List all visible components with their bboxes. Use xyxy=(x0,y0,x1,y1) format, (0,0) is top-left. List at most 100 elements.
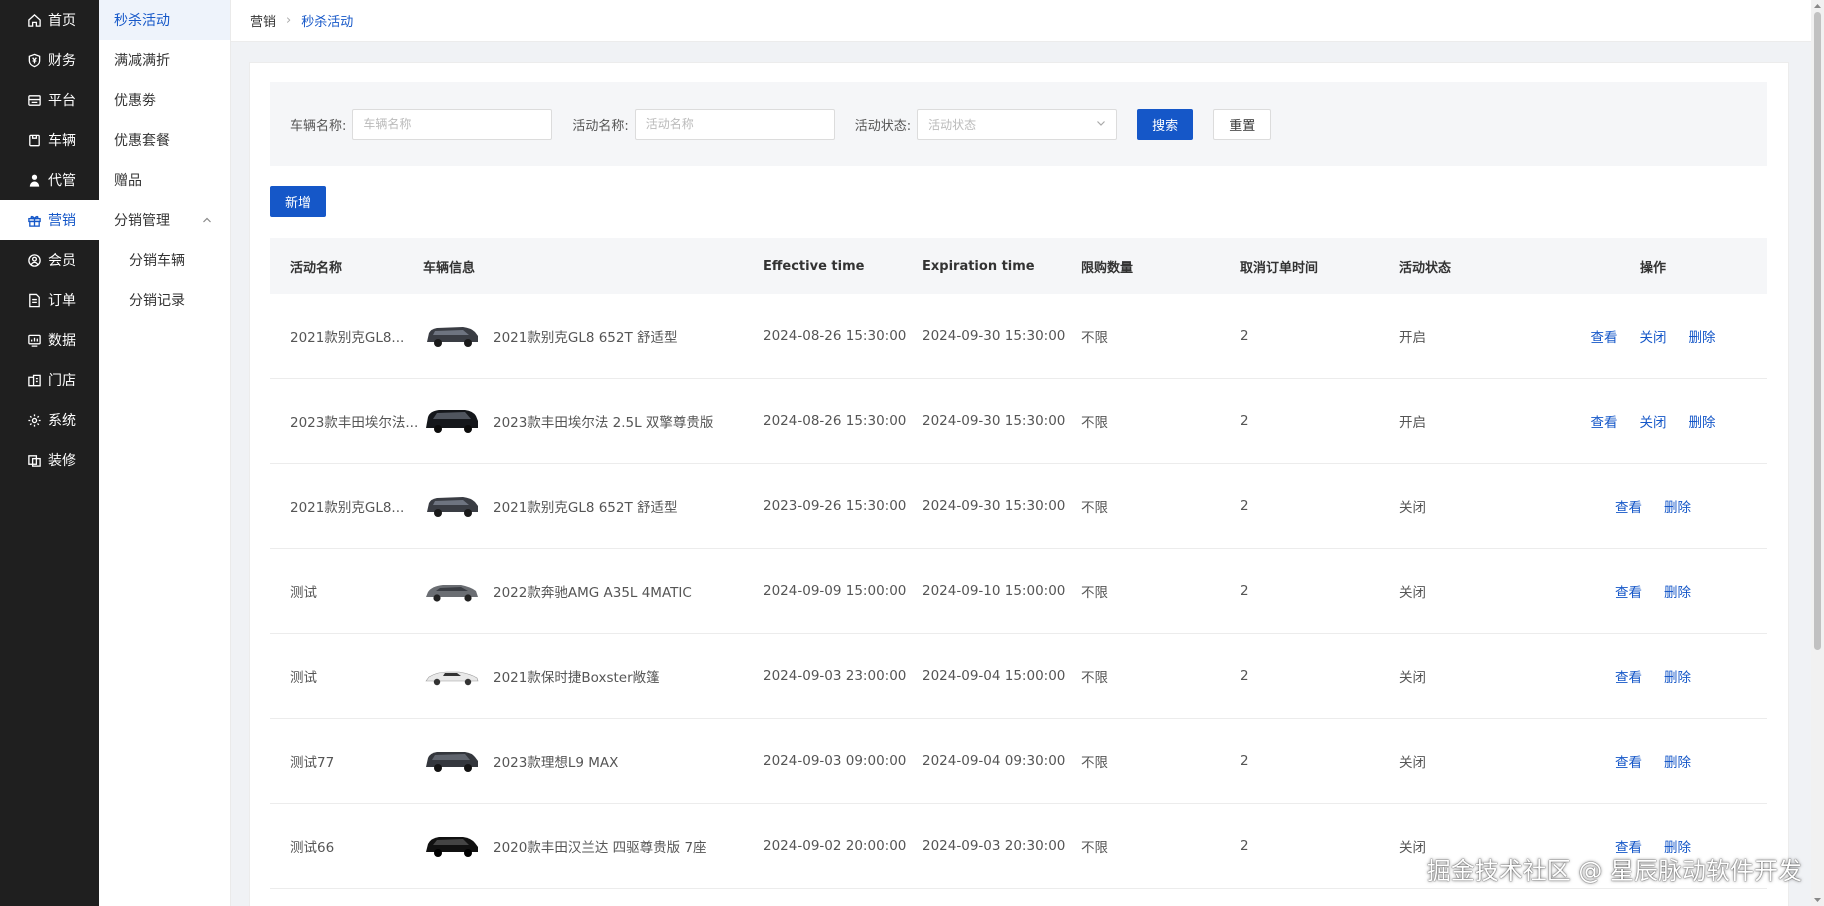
submenu-item-flash-sale[interactable]: 秒杀活动 xyxy=(99,0,230,40)
delete-link[interactable]: 删除 xyxy=(1689,411,1716,431)
activity-table: 活动名称 车辆信息 Effective time Expiration time… xyxy=(270,238,1767,889)
delete-link[interactable]: 删除 xyxy=(1664,581,1691,601)
watermark: 掘金技术社区 @ 星辰脉动软件开发 xyxy=(1426,857,1802,885)
cancel-time-cell: 2 xyxy=(1240,838,1249,854)
nav-item-vehicle[interactable]: 车辆 xyxy=(0,120,99,160)
submenu-item-distribution-record[interactable]: 分销记录 xyxy=(99,280,230,320)
car-thumbnail-icon xyxy=(425,671,479,686)
agent-icon xyxy=(26,172,42,188)
limit-cell: 不限 xyxy=(1081,330,1108,346)
search-button[interactable]: 搜索 xyxy=(1137,108,1194,140)
effective-time-cell: 2023-09-26 15:30:00 xyxy=(763,498,907,514)
delete-link[interactable]: 删除 xyxy=(1664,751,1691,771)
column-header: Expiration time xyxy=(922,258,1035,274)
nav-label: 装修 xyxy=(48,453,76,469)
nav-item-home[interactable]: 首页 xyxy=(0,0,99,40)
nav-label: 会员 xyxy=(48,253,76,269)
activity-name-cell: 2021款别克GL8... xyxy=(290,330,405,346)
order-icon xyxy=(26,292,42,308)
activity-status-placeholder: 活动状态 xyxy=(928,117,977,132)
nav-item-decorate[interactable]: 装修 xyxy=(0,440,99,480)
status-cell: 关闭 xyxy=(1399,670,1426,686)
actions-cell: 查看 关闭 删除 xyxy=(1539,411,1767,431)
status-cell: 开启 xyxy=(1399,330,1426,346)
effective-time-cell: 2024-09-02 20:00:00 xyxy=(763,838,907,854)
add-button[interactable]: 新增 xyxy=(270,186,327,217)
activity-status-select[interactable]: 活动状态 xyxy=(917,108,1118,140)
close-link[interactable]: 关闭 xyxy=(1640,326,1667,346)
scroll-up-arrow-icon[interactable] xyxy=(1813,2,1822,10)
activity-name-cell: 测试 xyxy=(290,585,317,601)
nav-item-agent[interactable]: 代管 xyxy=(0,160,99,200)
vehicle-info-cell: 2020款丰田汉兰达 四驱尊贵版 7座 xyxy=(423,832,763,860)
main-content: 营销 › 秒杀活动 车辆名称: 活动名称: 活动状态: 活动状态 搜索 重置 新… xyxy=(231,0,1811,906)
nav-item-system[interactable]: 系统 xyxy=(0,400,99,440)
delete-link[interactable]: 删除 xyxy=(1664,496,1691,516)
submenu-item-package[interactable]: 优惠套餐 xyxy=(99,120,230,160)
reset-button[interactable]: 重置 xyxy=(1213,108,1272,140)
status-cell: 开启 xyxy=(1399,415,1426,431)
nav-item-finance[interactable]: 财务 xyxy=(0,40,99,80)
delete-link[interactable]: 删除 xyxy=(1689,326,1716,346)
limit-cell: 不限 xyxy=(1081,500,1108,516)
column-header: 取消订单时间 xyxy=(1240,260,1319,276)
view-link[interactable]: 查看 xyxy=(1615,666,1642,686)
delete-link[interactable]: 删除 xyxy=(1664,666,1691,686)
nav-item-store[interactable]: 门店 xyxy=(0,360,99,400)
decorate-icon xyxy=(26,452,42,468)
nav-label: 财务 xyxy=(48,53,76,69)
vehicle-name-input[interactable] xyxy=(352,108,553,140)
vertical-scrollbar[interactable] xyxy=(1811,0,1824,906)
nav-label: 首页 xyxy=(48,13,76,29)
content-card: 车辆名称: 活动名称: 活动状态: 活动状态 搜索 重置 新增 活动名称 车辆信… xyxy=(249,62,1789,906)
activity-name-cell: 测试77 xyxy=(290,755,335,771)
activity-name-cell: 测试 xyxy=(290,670,317,686)
actions-cell: 查看 删除 xyxy=(1539,666,1767,686)
view-link[interactable]: 查看 xyxy=(1615,581,1642,601)
status-cell: 关闭 xyxy=(1399,585,1426,601)
submenu-item-discount[interactable]: 满减满折 xyxy=(99,40,230,80)
home-icon xyxy=(26,12,42,28)
actions-cell: 查看 关闭 删除 xyxy=(1539,326,1767,346)
vehicle-info-cell: 2023款理想L9 MAX xyxy=(423,747,763,775)
effective-time-cell: 2024-09-03 23:00:00 xyxy=(763,668,907,684)
nav-item-platform[interactable]: 平台 xyxy=(0,80,99,120)
vehicle-info-cell: 2021款别克GL8 652T 舒适型 xyxy=(423,492,763,520)
breadcrumb-parent[interactable]: 营销 xyxy=(250,11,276,30)
car-thumbnail-icon xyxy=(427,327,478,347)
cancel-time-cell: 2 xyxy=(1240,668,1249,684)
nav-label: 车辆 xyxy=(48,133,76,149)
view-link[interactable]: 查看 xyxy=(1591,326,1618,346)
submenu-item-gift[interactable]: 赠品 xyxy=(99,160,230,200)
expiration-time-cell: 2024-09-04 15:00:00 xyxy=(922,668,1066,684)
column-header: 车辆信息 xyxy=(423,260,476,276)
nav-label: 平台 xyxy=(48,93,76,109)
vehicle-icon xyxy=(26,132,42,148)
scroll-down-arrow-icon[interactable] xyxy=(1813,896,1822,904)
submenu-item-distribution-vehicle[interactable]: 分销车辆 xyxy=(99,240,230,280)
column-header: 限购数量 xyxy=(1081,260,1134,276)
view-link[interactable]: 查看 xyxy=(1615,496,1642,516)
view-link[interactable]: 查看 xyxy=(1615,751,1642,771)
sub-menu: 秒杀活动 满减满折 优惠劵 优惠套餐 赠品 分销管理 分销车辆 分销记录 xyxy=(99,0,231,906)
nav-item-order[interactable]: 订单 xyxy=(0,280,99,320)
limit-cell: 不限 xyxy=(1081,415,1108,431)
submenu-group-distribution[interactable]: 分销管理 xyxy=(99,200,230,240)
vehicle-info-cell: 2022款奔驰AMG A35L 4MATIC xyxy=(423,577,763,605)
nav-item-marketing[interactable]: 营销 xyxy=(0,200,99,240)
nav-label: 系统 xyxy=(48,413,76,429)
chevron-up-icon xyxy=(202,215,212,225)
nav-label: 代管 xyxy=(48,173,76,189)
submenu-item-coupon[interactable]: 优惠劵 xyxy=(99,80,230,120)
vehicle-name: 2020款丰田汉兰达 四驱尊贵版 7座 xyxy=(493,840,707,856)
view-link[interactable]: 查看 xyxy=(1591,411,1618,431)
nav-item-data[interactable]: 数据 xyxy=(0,320,99,360)
scrollbar-thumb[interactable] xyxy=(1814,12,1821,650)
table-row: 测试 2021款保时捷Boxster敞篷 2024-09-03 23:00:00… xyxy=(270,634,1767,719)
cancel-time-cell: 2 xyxy=(1240,498,1249,514)
activity-name-input[interactable] xyxy=(634,108,835,140)
table-row: 测试77 2023款理想L9 MAX 2024-09-03 09:00:00 2… xyxy=(270,719,1767,804)
nav-item-member[interactable]: 会员 xyxy=(0,240,99,280)
close-link[interactable]: 关闭 xyxy=(1640,411,1667,431)
nav-label: 订单 xyxy=(48,293,76,309)
